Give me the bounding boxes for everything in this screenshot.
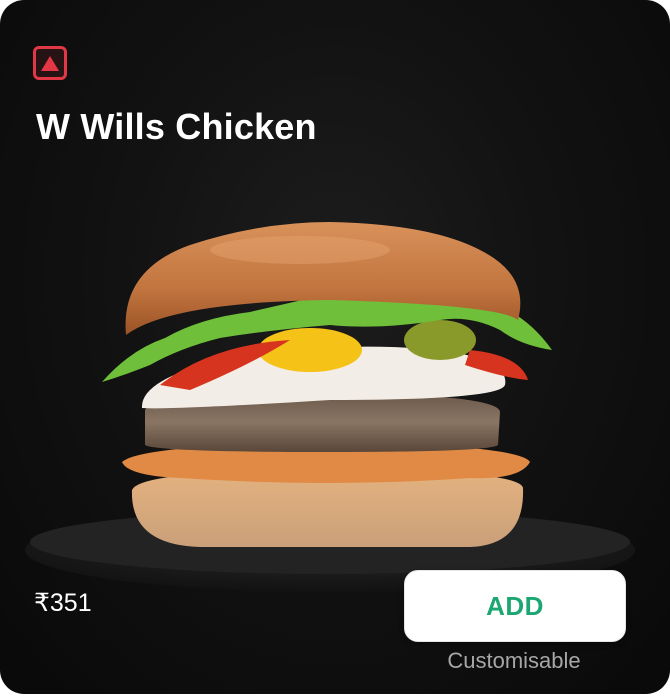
item-title: W Wills Chicken: [36, 106, 317, 147]
item-price: ₹351: [34, 589, 92, 617]
customisable-label: Customisable: [447, 648, 581, 673]
non-veg-badge-icon: [33, 46, 67, 80]
burger-image: [25, 222, 635, 592]
menu-item-card[interactable]: W Wills Chicken ₹351 ADD Customisable: [0, 0, 670, 694]
add-button[interactable]: ADD: [404, 570, 626, 642]
